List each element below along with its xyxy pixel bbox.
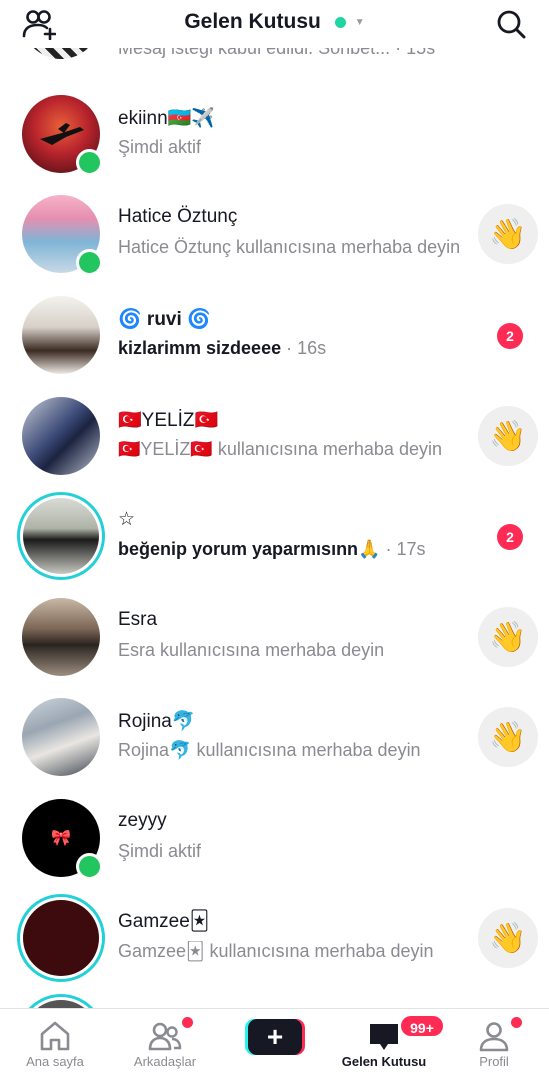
conversation-preview: Hatice Öztunç kullanıcısına merhaba deyi… bbox=[118, 237, 461, 257]
conversation-name: zeyyy bbox=[118, 810, 167, 831]
online-indicator bbox=[76, 149, 103, 176]
conversation-name: 🌀 ruvi 🌀 bbox=[118, 309, 211, 330]
avatar bbox=[23, 498, 99, 574]
inbox-header: Gelen Kutusu ▼ bbox=[0, 0, 549, 48]
page-title: Gelen Kutusu bbox=[184, 10, 321, 33]
list-item[interactable]: Rojina🐬 Rojina🐬 kullanıcısına merhaba de… bbox=[0, 687, 549, 787]
conversation-preview: Gamzee🃏 kullanıcısına merhaba deyin bbox=[118, 941, 434, 961]
avatar bbox=[22, 397, 100, 475]
wave-button[interactable]: 👋 bbox=[478, 406, 538, 466]
unread-badge: 2 bbox=[497, 323, 523, 349]
conversation-name: Hatice Öztunç bbox=[118, 206, 238, 227]
wave-button[interactable]: 👋 bbox=[478, 607, 538, 667]
wave-button[interactable]: 👋 bbox=[478, 707, 538, 767]
notification-dot bbox=[511, 1017, 522, 1028]
list-item[interactable]: Hatice Öztunç Hatice Öztunç kullanıcısın… bbox=[0, 184, 549, 284]
list-item[interactable]: 🌀 ruvi 🌀 kizlarimm sizdeeee · 16s 2 bbox=[0, 285, 549, 385]
message-text: kizlarimm sizdeeee bbox=[118, 338, 282, 358]
online-indicator bbox=[76, 249, 103, 276]
notification-dot bbox=[182, 1017, 193, 1028]
profile-icon bbox=[479, 1022, 509, 1052]
create-button[interactable]: + bbox=[245, 1019, 305, 1055]
avatar-with-story[interactable] bbox=[17, 492, 105, 580]
nav-inbox[interactable]: 99+ Gelen Kutusu bbox=[329, 1009, 445, 1080]
plus-icon: + bbox=[248, 1019, 302, 1055]
home-icon bbox=[40, 1021, 70, 1051]
avatar-with-story[interactable] bbox=[17, 894, 105, 982]
nav-profile[interactable]: Profil bbox=[439, 1009, 549, 1080]
conversation-preview: Rojina🐬 kullanıcısına merhaba deyin bbox=[118, 740, 421, 760]
conversation-preview: 🇹🇷YELİZ🇹🇷 kullanıcısına merhaba deyin bbox=[118, 439, 442, 459]
search-icon[interactable] bbox=[495, 8, 527, 40]
avatar bbox=[22, 698, 100, 776]
avatar bbox=[22, 598, 100, 676]
bottom-navigation: Ana sayfa Arkadaşlar + 99+ Gelen Kutusu … bbox=[0, 1008, 549, 1080]
wave-button[interactable]: 👋 bbox=[478, 204, 538, 264]
avatar bbox=[23, 900, 99, 976]
message-time: · 16s bbox=[281, 338, 327, 358]
conversation-name: ☆ bbox=[118, 509, 136, 530]
avatar bbox=[22, 296, 100, 374]
message-time: · 17s bbox=[380, 539, 426, 559]
online-indicator bbox=[76, 853, 103, 880]
nav-friends-label: Arkadaşlar bbox=[133, 1054, 197, 1069]
conversation-preview: beğenip yorum yaparmısınn🙏 · 17s bbox=[118, 539, 426, 560]
conversation-name: 🇹🇷YELİZ🇹🇷 bbox=[118, 410, 219, 431]
nav-inbox-label: Gelen Kutusu bbox=[341, 1054, 427, 1069]
nav-home[interactable]: Ana sayfa bbox=[0, 1009, 110, 1080]
conversation-name: Rojina🐬 bbox=[118, 711, 196, 732]
conversation-preview: kizlarimm sizdeeee · 16s bbox=[118, 338, 326, 359]
list-item[interactable]: 🇹🇷YELİZ🇹🇷 🇹🇷YELİZ🇹🇷 kullanıcısına merhab… bbox=[0, 386, 549, 486]
conversation-preview: Esra kullanıcısına merhaba deyin bbox=[118, 640, 385, 660]
message-text: beğenip yorum yaparmısınn🙏 bbox=[118, 539, 381, 559]
list-item[interactable]: Gamzee🃏 Gamzee🃏 kullanıcısına merhaba de… bbox=[0, 888, 549, 988]
active-status-dot bbox=[335, 16, 347, 28]
nav-friends[interactable]: Arkadaşlar bbox=[110, 1009, 220, 1080]
title-wrap[interactable]: Gelen Kutusu ▼ bbox=[0, 10, 549, 34]
list-item[interactable]: Esra Esra kullanıcısına merhaba deyin 👋 bbox=[0, 587, 549, 687]
conversation-preview: Şimdi aktif bbox=[118, 137, 202, 157]
list-item[interactable]: ☆ beğenip yorum yaparmısınn🙏 · 17s 2 bbox=[0, 486, 549, 586]
friends-icon bbox=[148, 1022, 182, 1051]
nav-home-label: Ana sayfa bbox=[26, 1054, 84, 1069]
list-item[interactable]: 🎀 zeyyy Şimdi aktif bbox=[0, 788, 549, 888]
conversation-name: Gamzee🃏 bbox=[118, 911, 210, 932]
inbox-icon bbox=[370, 1024, 398, 1050]
list-item[interactable]: ekiinn🇦🇿✈️ Şimdi aktif bbox=[0, 84, 549, 184]
nav-profile-label: Profil bbox=[479, 1054, 509, 1069]
unread-badge: 2 bbox=[497, 524, 523, 550]
conversation-name: Esra bbox=[118, 609, 158, 630]
wave-button[interactable]: 👋 bbox=[478, 908, 538, 968]
conversation-preview: Şimdi aktif bbox=[118, 841, 202, 861]
conversation-name: ekiinn🇦🇿✈️ bbox=[118, 108, 215, 129]
chevron-down-icon: ▼ bbox=[354, 16, 365, 28]
